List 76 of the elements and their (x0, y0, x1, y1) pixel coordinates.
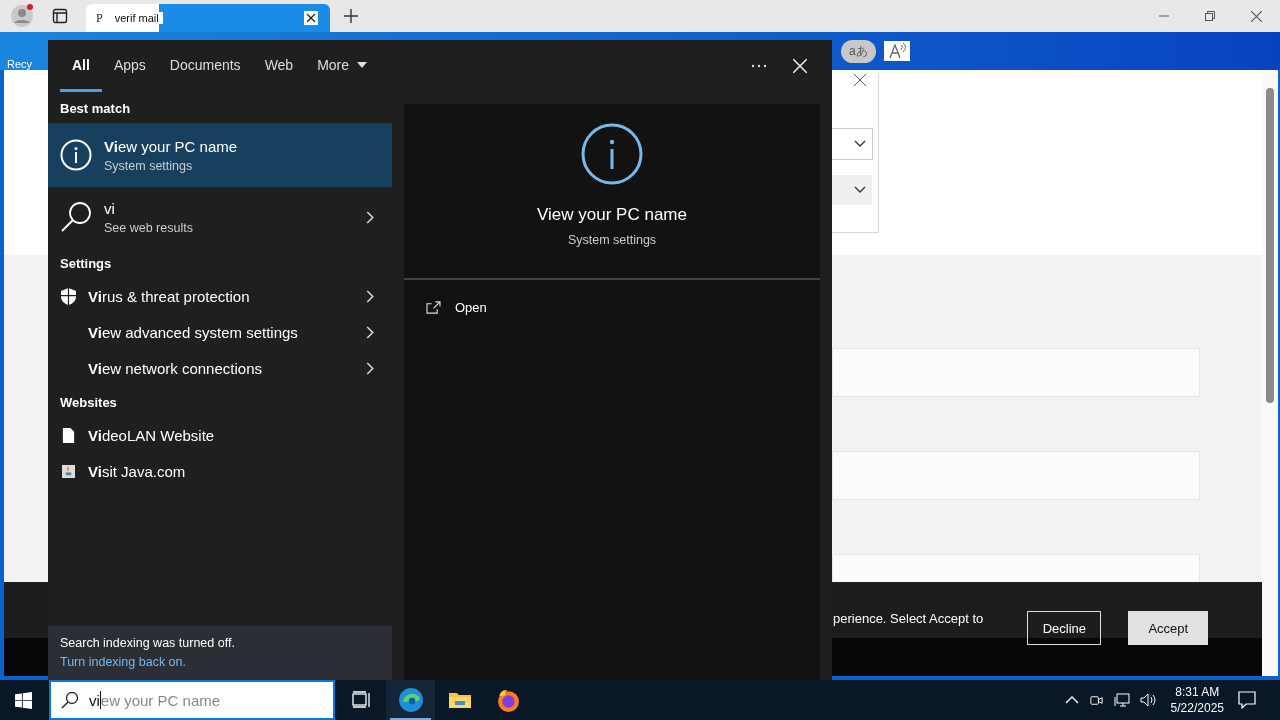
filter-tab[interactable]: Apps (101, 40, 158, 92)
result-title: vi (104, 199, 116, 217)
turn-on-indexing-link[interactable]: Turn indexing back on. (60, 655, 186, 669)
clock-time: 8:31 AM (1175, 684, 1220, 700)
info-icon (60, 139, 92, 171)
chevron-right-icon[interactable] (366, 361, 374, 375)
tab-actions-icon[interactable] (52, 8, 68, 24)
cookie-button[interactable]: Decline (1027, 611, 1102, 645)
search-icon (60, 201, 92, 233)
profile-icon[interactable] (10, 4, 34, 28)
search-result[interactable]: Visit Java.com (48, 453, 392, 489)
notification-icon[interactable] (1238, 691, 1256, 709)
search-result[interactable]: View advanced system settings (48, 314, 392, 350)
clock-date: 5/22/2025 (1170, 700, 1224, 716)
folder-icon (447, 690, 472, 710)
search-result[interactable]: vi See web results (48, 187, 392, 247)
caret-icon (357, 61, 368, 68)
search-result[interactable]: View your PC name System settings (48, 123, 392, 187)
restore-icon[interactable] (1205, 11, 1215, 21)
new-tab-icon[interactable] (344, 9, 358, 23)
scrollbar[interactable] (1262, 70, 1278, 676)
start-icon[interactable] (15, 691, 32, 709)
result-title: Virus & threat protection (88, 287, 251, 305)
clock[interactable]: 8:31 AM 5/22/2025 (1170, 684, 1224, 716)
chevron-right-icon[interactable] (366, 210, 374, 224)
close-icon[interactable] (304, 11, 318, 25)
section-heading: Best match (59, 100, 132, 118)
result-title: View network connections (88, 359, 263, 377)
chevron-up-icon[interactable] (1064, 696, 1079, 704)
notice-text: Search indexing was turned off. (60, 636, 236, 650)
search-result[interactable]: Virus & threat protection (48, 278, 392, 314)
browser-icon (397, 687, 424, 713)
info-icon (581, 123, 643, 185)
input-field[interactable] (832, 451, 1200, 500)
network-icon[interactable] (1113, 692, 1130, 708)
chevron-right-icon[interactable] (366, 325, 374, 339)
cookie-button[interactable]: Accept (1128, 611, 1209, 645)
search-result[interactable]: VideoLAN Website (48, 417, 392, 453)
open-action[interactable]: Open (404, 280, 509, 335)
desktop-icon-label: Recy (7, 58, 33, 71)
result-title: View your PC name (104, 137, 239, 155)
read-aloud-icon[interactable] (883, 41, 910, 61)
cup-icon (61, 464, 76, 478)
chevron-down-icon (854, 186, 866, 194)
preview-subtitle: System settings (567, 233, 657, 247)
result-subtitle: See web results (104, 220, 194, 235)
filter-tab[interactable]: Documents (157, 40, 253, 92)
filter-tab[interactable]: All (60, 40, 102, 92)
section-heading: Websites (59, 394, 118, 412)
filter-tab[interactable]: Web (252, 40, 306, 92)
document-icon (61, 427, 76, 443)
result-title: VideoLAN Website (88, 426, 216, 444)
open-icon (426, 301, 441, 314)
browser-tab[interactable]: P verif mail (86, 4, 330, 32)
result-title: Visit Java.com (88, 462, 187, 480)
tab-favicon: P (96, 10, 103, 26)
section-heading: Settings (59, 255, 113, 273)
search-field[interactable]: view your PC name (49, 680, 335, 720)
search-result[interactable]: View network connections (48, 350, 392, 386)
cookie-text: perience. Select Accept to (833, 611, 984, 627)
chevron-down-icon (854, 140, 866, 148)
shield-icon (61, 287, 76, 305)
close-icon[interactable] (854, 74, 866, 86)
result-subtitle: System settings (104, 158, 194, 173)
fox-icon (496, 687, 521, 713)
preview-title: View your PC name (537, 205, 687, 225)
taskbar-app[interactable] (386, 680, 435, 720)
volume-icon[interactable] (1139, 692, 1158, 708)
chevron-right-icon[interactable] (366, 289, 374, 303)
task-view-icon (351, 691, 372, 709)
search-icon (61, 691, 79, 709)
translate-button[interactable]: aあ (841, 39, 876, 63)
input-field[interactable] (832, 348, 1200, 397)
more-options-icon[interactable] (751, 64, 767, 68)
result-title: View advanced system settings (88, 323, 299, 341)
filter-tab[interactable]: More (305, 40, 380, 92)
